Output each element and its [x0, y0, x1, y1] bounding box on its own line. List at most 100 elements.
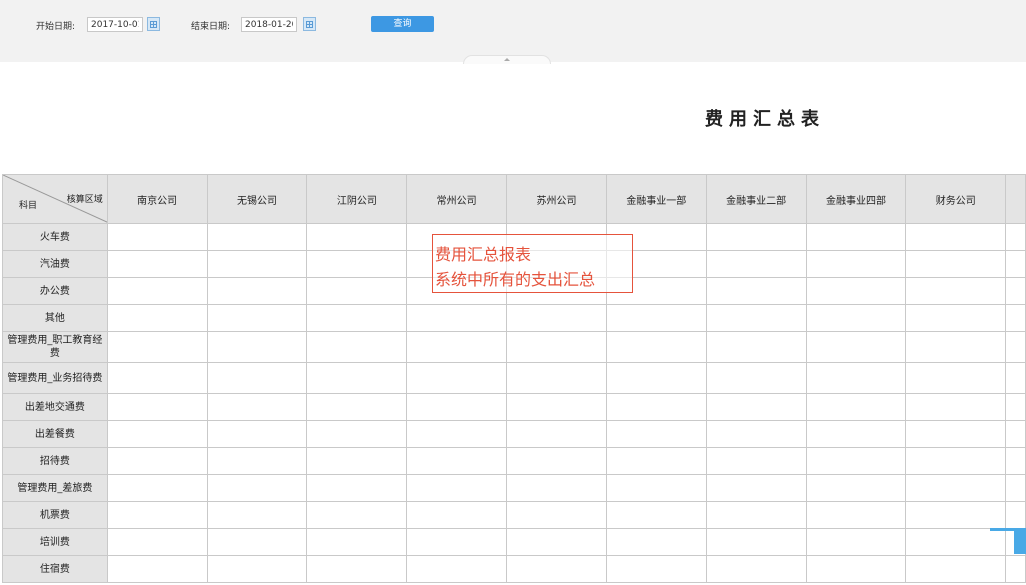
data-cell [106, 528, 208, 556]
data-cell [905, 501, 1007, 529]
data-cell [705, 393, 807, 421]
data-cell [605, 393, 707, 421]
data-cell [206, 393, 308, 421]
data-cell [605, 555, 707, 583]
annotation-box: 费用汇总报表 系统中所有的支出汇总 [432, 234, 633, 293]
table-header-row: 核算区域 科目 南京公司 无锡公司 江阴公司 常州公司 苏州公司 金融事业一部 … [2, 174, 1026, 224]
query-button[interactable]: 查询 [371, 16, 434, 32]
data-cell [905, 304, 1007, 332]
data-cell [306, 555, 408, 583]
data-cell [805, 501, 907, 529]
table-row: 管理费用_差旅费 [2, 474, 1026, 502]
table-row: 招待费 [2, 447, 1026, 475]
data-cell [705, 331, 807, 363]
data-cell [506, 474, 607, 502]
data-cell [905, 393, 1007, 421]
data-cell [905, 277, 1007, 305]
table-row: 培训费 [2, 528, 1026, 556]
data-cell [306, 420, 408, 448]
data-cell [605, 420, 707, 448]
data-cell [805, 304, 907, 332]
data-cell [206, 420, 308, 448]
data-cell-extra [1005, 223, 1026, 251]
data-cell [406, 501, 508, 529]
table-row: 住宿费 [2, 555, 1026, 583]
data-cell [506, 362, 607, 394]
data-cell [106, 223, 208, 251]
data-cell [506, 447, 607, 475]
data-cell [406, 555, 508, 583]
column-header-extra [1005, 174, 1026, 224]
data-cell [306, 393, 408, 421]
side-panel-handle[interactable] [990, 528, 1026, 554]
data-cell [306, 250, 408, 278]
data-cell [206, 362, 308, 394]
data-cell [605, 304, 707, 332]
row-subject: 管理费用_职工教育经费 [2, 331, 108, 363]
collapse-toggle[interactable] [463, 55, 551, 64]
data-cell [605, 362, 707, 394]
table-row: 出差餐费 [2, 420, 1026, 448]
data-cell [306, 304, 408, 332]
filter-bar: 开始日期: 结束日期: 查询 [0, 0, 1026, 62]
column-header: 财务公司 [905, 174, 1007, 224]
data-cell [106, 474, 208, 502]
data-cell [805, 393, 907, 421]
data-cell [905, 250, 1007, 278]
data-cell [506, 304, 607, 332]
data-cell-extra [1005, 447, 1026, 475]
row-subject: 招待费 [2, 447, 108, 475]
data-cell [805, 555, 907, 583]
row-subject: 机票费 [2, 501, 108, 529]
data-cell [306, 474, 408, 502]
data-cell [206, 250, 308, 278]
data-cell [106, 393, 208, 421]
data-cell [106, 420, 208, 448]
row-subject: 管理费用_差旅费 [2, 474, 108, 502]
end-date-input[interactable] [241, 17, 297, 32]
data-cell [106, 362, 208, 394]
data-cell [306, 362, 408, 394]
data-cell [106, 447, 208, 475]
corner-bottom-label: 科目 [19, 201, 38, 211]
row-subject: 出差地交通费 [2, 393, 108, 421]
data-cell [905, 555, 1007, 583]
data-cell [905, 474, 1007, 502]
data-cell [905, 223, 1007, 251]
table-row: 管理费用_业务招待费 [2, 362, 1026, 394]
row-subject: 培训费 [2, 528, 108, 556]
data-cell [805, 250, 907, 278]
data-cell [106, 331, 208, 363]
calendar-icon[interactable] [303, 17, 316, 31]
column-header: 金融事业二部 [705, 174, 807, 224]
corner-header: 核算区域 科目 [2, 174, 108, 224]
column-header: 苏州公司 [506, 174, 607, 224]
data-cell [805, 362, 907, 394]
row-subject: 火车费 [2, 223, 108, 251]
data-cell [406, 447, 508, 475]
column-header: 江阴公司 [306, 174, 408, 224]
data-cell [106, 277, 208, 305]
calendar-icon[interactable] [147, 17, 160, 31]
data-cell [705, 420, 807, 448]
data-cell [905, 331, 1007, 363]
annotation-line1: 费用汇总报表 [435, 245, 532, 264]
data-cell [506, 420, 607, 448]
data-cell [506, 331, 607, 363]
start-date-input[interactable] [87, 17, 143, 32]
data-cell [406, 474, 508, 502]
data-cell [705, 304, 807, 332]
data-cell [306, 447, 408, 475]
data-cell [306, 223, 408, 251]
data-cell [605, 528, 707, 556]
row-subject: 管理费用_业务招待费 [2, 362, 108, 394]
data-cell [206, 304, 308, 332]
table-row: 出差地交通费 [2, 393, 1026, 421]
data-cell [705, 501, 807, 529]
data-cell-extra [1005, 331, 1026, 363]
data-cell-extra [1005, 501, 1026, 529]
data-cell-extra [1005, 277, 1026, 305]
data-cell [306, 277, 408, 305]
data-cell [905, 362, 1007, 394]
data-cell [206, 528, 308, 556]
